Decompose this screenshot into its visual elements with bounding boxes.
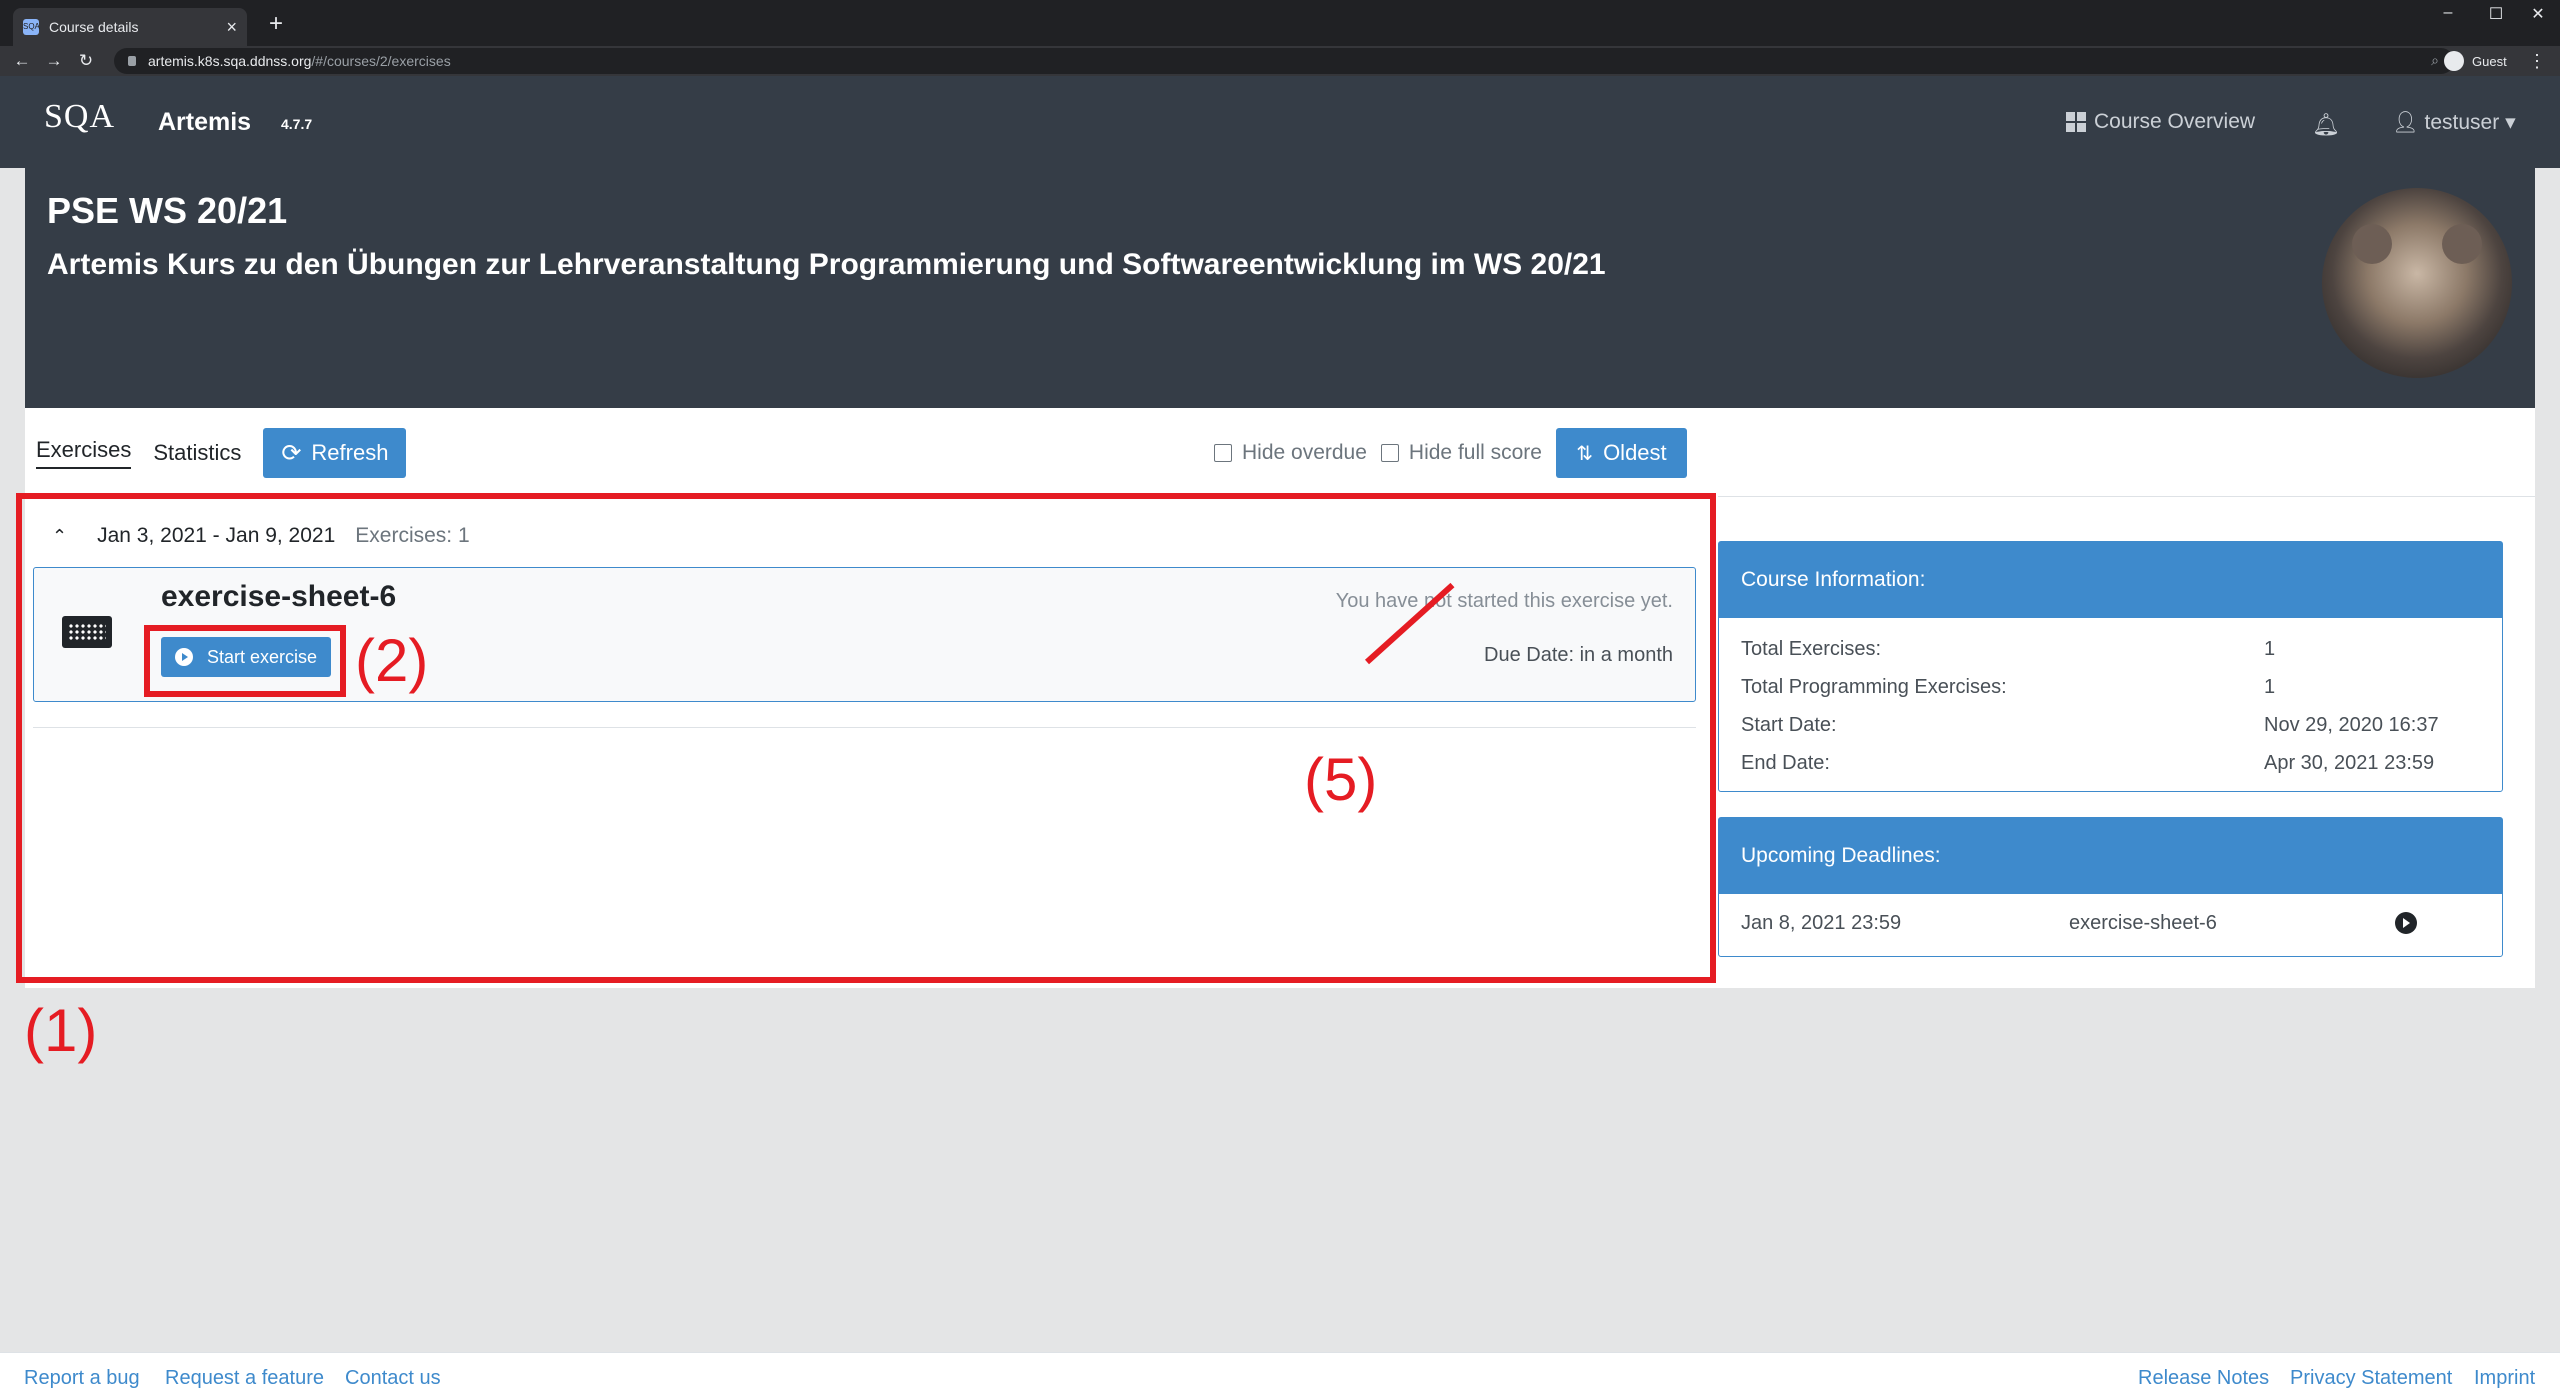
upcoming-deadlines-card: Upcoming Deadlines: Jan 8, 2021 23:59 ex… <box>1718 817 2503 957</box>
course-description: Artemis Kurs zu den Übungen zur Lehrvera… <box>47 248 1606 281</box>
user-icon: 👤︎ <box>2392 111 2419 134</box>
annotation-box-2 <box>144 625 346 697</box>
bell-icon[interactable]: 🔔︎ <box>2312 112 2340 138</box>
minimize-icon[interactable]: – <box>2428 4 2468 22</box>
info-value: 1 <box>2264 676 2276 698</box>
deadline-exercise-name[interactable]: exercise-sheet-6 <box>2069 912 2217 935</box>
zoom-icon[interactable]: ⌕ <box>2426 52 2444 70</box>
tab-statistics[interactable]: Statistics <box>153 440 241 466</box>
report-bug-link[interactable]: Report a bug <box>24 1367 140 1390</box>
course-overview-link[interactable]: Course Overview <box>2066 110 2255 134</box>
brand-name[interactable]: Artemis <box>158 108 251 137</box>
tab-title: Course details <box>49 19 139 35</box>
annotation-box-1 <box>16 493 1716 983</box>
back-icon[interactable]: ← <box>10 49 34 73</box>
profile-button[interactable]: Guest <box>2444 49 2507 73</box>
version-badge: 4.7.7 <box>281 116 313 132</box>
reload-icon[interactable]: ↻ <box>74 49 98 73</box>
close-tab-icon[interactable]: × <box>226 17 237 38</box>
play-circle-icon[interactable] <box>2395 912 2417 934</box>
imprint-link[interactable]: Imprint <box>2474 1367 2535 1390</box>
info-value: Nov 29, 2020 16:37 <box>2264 714 2439 736</box>
course-information-card: Course Information: Total Exercises: 1 T… <box>1718 541 2503 792</box>
favicon-icon: SQA <box>23 19 40 35</box>
sort-oldest-button[interactable]: ⇅ Oldest <box>1555 428 1687 478</box>
refresh-icon: ⟳ <box>281 439 302 467</box>
course-title: PSE WS 20/21 <box>47 190 288 231</box>
close-window-icon[interactable]: ✕ <box>2518 4 2558 24</box>
hide-overdue-checkbox[interactable] <box>1214 444 1232 462</box>
refresh-label: Refresh <box>311 440 389 465</box>
profile-avatar-icon <box>2444 51 2464 71</box>
browser-menu-icon[interactable]: ⋮ <box>2528 49 2546 73</box>
course-subnav: Exercises Statistics ⟳ Refresh <box>36 428 407 478</box>
info-label: Total Exercises: <box>1741 638 1882 660</box>
course-header: PSE WS 20/21 Artemis Kurs zu den Übungen… <box>25 168 2535 408</box>
address-bar[interactable]: artemis.k8s.sqa.ddnss.org /#/courses/2/e… <box>114 48 2454 74</box>
browser-tab-strip: SQA Course details × + – ☐ ✕ <box>0 0 2560 46</box>
course-overview-label: Course Overview <box>2094 110 2256 133</box>
sort-label: Oldest <box>1603 440 1667 465</box>
tab-exercises[interactable]: Exercises <box>36 437 132 469</box>
grid-icon <box>2066 112 2086 132</box>
info-value: Apr 30, 2021 23:59 <box>2264 752 2435 774</box>
info-label: Total Programming Exercises: <box>1741 676 2007 698</box>
browser-tab[interactable]: SQA Course details × <box>13 8 247 46</box>
info-label: End Date: <box>1741 752 1830 774</box>
upcoming-deadlines-header: Upcoming Deadlines: <box>1719 818 2502 894</box>
profile-label: Guest <box>2472 53 2507 69</box>
annotation-label-2: (2) <box>355 627 429 694</box>
annotation-label-1: (1) <box>24 997 98 1064</box>
refresh-button[interactable]: ⟳ Refresh <box>263 428 407 478</box>
deadline-date: Jan 8, 2021 23:59 <box>1741 912 1902 934</box>
hide-full-score-checkbox[interactable] <box>1380 444 1399 462</box>
course-information-header: Course Information: <box>1719 542 2502 618</box>
hide-overdue-label[interactable]: Hide overdue <box>1242 441 1367 465</box>
page-footer: Report a bug Request a feature Contact u… <box>0 1352 2560 1400</box>
course-avatar-image <box>2322 188 2512 378</box>
sqa-logo[interactable]: SQA <box>44 98 115 136</box>
release-notes-link[interactable]: Release Notes <box>2138 1367 2269 1390</box>
info-value: 1 <box>2264 638 2276 660</box>
info-label: Start Date: <box>1741 714 1837 736</box>
user-name: testuser <box>2424 111 2500 134</box>
hide-full-score-label[interactable]: Hide full score <box>1409 441 1542 465</box>
url-host: artemis.k8s.sqa.ddnss.org <box>148 53 312 69</box>
sort-icon: ⇅ <box>1576 442 1594 465</box>
lock-icon <box>128 56 136 66</box>
app-navbar: SQA Artemis 4.7.7 Course Overview 🔔︎ 👤︎ … <box>0 76 2560 168</box>
exercise-filters: Hide overdue Hide full score ⇅ Oldest <box>1214 428 1687 478</box>
contact-link[interactable]: Contact us <box>345 1367 441 1390</box>
new-tab-icon[interactable]: + <box>262 10 290 38</box>
caret-down-icon: ▾ <box>2505 111 2516 134</box>
forward-icon[interactable]: → <box>42 49 66 73</box>
maximize-icon[interactable]: ☐ <box>2476 4 2516 24</box>
browser-toolbar: ← → ↻ artemis.k8s.sqa.ddnss.org /#/cours… <box>0 46 2560 76</box>
annotation-label-5: (5) <box>1304 746 1378 813</box>
user-menu[interactable]: 👤︎ testuser ▾ <box>2392 110 2516 135</box>
url-path: /#/courses/2/exercises <box>311 53 451 69</box>
privacy-statement-link[interactable]: Privacy Statement <box>2290 1367 2452 1390</box>
request-feature-link[interactable]: Request a feature <box>165 1367 324 1390</box>
divider <box>1718 496 2535 497</box>
